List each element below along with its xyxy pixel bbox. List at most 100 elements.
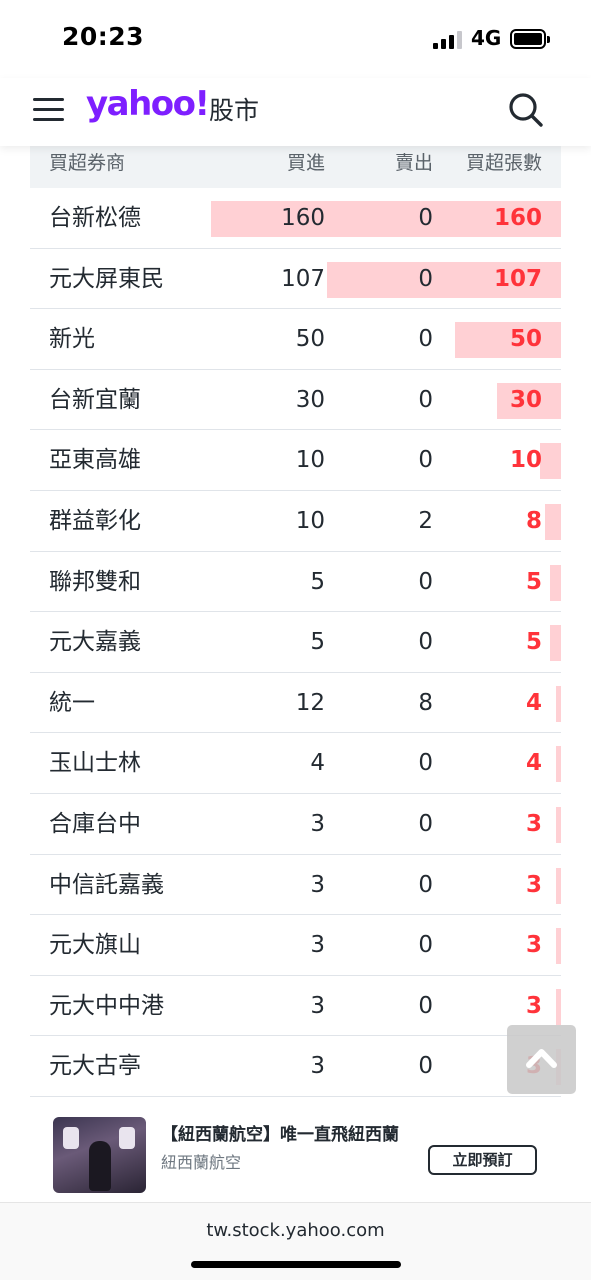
sell-value: 0 <box>418 810 433 837</box>
table-row[interactable]: 群益彰化 10 2 8 <box>30 491 561 552</box>
sell-value: 0 <box>418 326 433 353</box>
net-buy-value: 107 <box>493 265 542 292</box>
ad-image[interactable] <box>53 1117 146 1193</box>
table-row[interactable]: 聯邦雙和 5 0 5 <box>30 552 561 613</box>
buy-value: 107 <box>281 265 325 292</box>
ad-title[interactable]: 【紐西蘭航空】唯一直飛紐西蘭 <box>161 1120 399 1145</box>
buy-value: 3 <box>310 992 325 1019</box>
broker-name: 元大旗山 <box>49 932 141 959</box>
broker-name: 新光 <box>49 326 95 353</box>
sell-value: 2 <box>418 507 433 534</box>
sell-value: 0 <box>418 1053 433 1080</box>
chevron-up-icon <box>526 1049 557 1068</box>
net-buy-bar <box>556 988 561 1025</box>
net-buy-bar <box>556 685 561 722</box>
net-buy-value: 30 <box>509 386 542 413</box>
sell-value: 0 <box>418 932 433 959</box>
broker-name: 台新松德 <box>49 205 141 231</box>
net-buy-bar <box>556 746 561 783</box>
table-header: 買超券商 買進 賣出 買超張數 <box>30 146 561 188</box>
broker-name: 統一 <box>49 689 95 716</box>
table-row[interactable]: 元大嘉義 5 0 5 <box>30 612 561 673</box>
net-buy-value: 50 <box>509 326 542 353</box>
ad-banner[interactable]: 【紐西蘭航空】唯一直飛紐西蘭 紐西蘭航空 立即預訂 <box>30 1110 561 1200</box>
sell-value: 0 <box>418 205 433 231</box>
battery-icon <box>510 29 550 49</box>
net-buy-bar <box>550 564 561 601</box>
table-row[interactable]: 中信託嘉義 3 0 3 <box>30 855 561 916</box>
broker-name: 元大古亭 <box>49 1053 141 1080</box>
buy-value: 4 <box>310 750 325 777</box>
buy-value: 50 <box>295 326 325 353</box>
broker-name: 元大嘉義 <box>49 629 141 656</box>
buy-value: 3 <box>310 871 325 898</box>
sell-value: 0 <box>418 871 433 898</box>
broker-name: 群益彰化 <box>49 507 141 534</box>
table-row[interactable]: 元大中中港 3 0 3 <box>30 976 561 1037</box>
table-row[interactable]: 元大屏東民 107 0 107 <box>30 249 561 310</box>
net-buy-value: 160 <box>493 205 542 231</box>
net-buy-value: 8 <box>525 507 542 534</box>
table-row[interactable]: 合庫台中 3 0 3 <box>30 794 561 855</box>
net-buy-bar <box>556 928 561 965</box>
net-buy-value: 5 <box>525 568 542 595</box>
buy-value: 160 <box>281 205 325 231</box>
net-buy-value: 4 <box>525 689 542 716</box>
net-buy-bar <box>556 806 561 843</box>
buy-value: 10 <box>295 507 325 534</box>
broker-name: 中信託嘉義 <box>49 871 164 898</box>
buy-value: 12 <box>295 689 325 716</box>
ad-cta-button[interactable]: 立即預訂 <box>428 1145 537 1175</box>
broker-name: 亞東高雄 <box>49 447 141 474</box>
net-buy-value: 3 <box>525 810 542 837</box>
table-row[interactable]: 統一 12 8 4 <box>30 673 561 734</box>
broker-name: 台新宜蘭 <box>49 386 141 413</box>
sell-value: 0 <box>418 447 433 474</box>
net-buy-value: 3 <box>525 871 542 898</box>
yahoo-logo[interactable]: yahoo! <box>86 84 210 124</box>
buy-value: 3 <box>310 932 325 959</box>
sell-value: 0 <box>418 265 433 292</box>
back-to-top-button[interactable] <box>507 1025 576 1094</box>
search-icon[interactable] <box>507 90 545 130</box>
buy-value: 5 <box>310 629 325 656</box>
table-row[interactable]: 元大旗山 3 0 3 <box>30 915 561 976</box>
network-label: 4G <box>471 26 502 50</box>
broker-name: 合庫台中 <box>49 810 141 837</box>
url-text[interactable]: tw.stock.yahoo.com <box>0 1220 591 1241</box>
net-buy-value: 5 <box>525 629 542 656</box>
signal-icon <box>433 31 463 49</box>
buy-value: 10 <box>295 447 325 474</box>
broker-name: 玉山士林 <box>49 750 141 777</box>
buy-value: 3 <box>310 1053 325 1080</box>
header-net: 買超張數 <box>465 152 542 174</box>
sell-value: 0 <box>418 750 433 777</box>
net-buy-bar <box>556 867 561 904</box>
buy-value: 5 <box>310 568 325 595</box>
status-bar: 20:23 4G <box>0 0 591 78</box>
sell-value: 0 <box>418 992 433 1019</box>
table-row[interactable]: 元大古亭303 <box>30 1036 561 1097</box>
buy-value: 30 <box>295 386 325 413</box>
status-time: 20:23 <box>62 22 145 51</box>
net-buy-bar <box>455 322 561 359</box>
table-row[interactable]: 新光 50 0 50 <box>30 309 561 370</box>
broker-table: 買超券商 買進 賣出 買超張數 台新松德 160 0 160 元大屏東民 107 0 107 新… <box>30 146 561 1097</box>
net-buy-value: 3 <box>525 932 542 959</box>
home-indicator <box>191 1261 401 1268</box>
net-buy-bar <box>540 443 561 480</box>
section-title[interactable]: 股市 <box>209 91 259 127</box>
net-buy-bar <box>550 625 561 662</box>
table-row[interactable]: 亞東高雄 10 0 10 <box>30 430 561 491</box>
sell-value: 0 <box>418 386 433 413</box>
net-buy-value: 4 <box>525 750 542 777</box>
net-buy-value: 10 <box>509 447 542 474</box>
hamburger-icon[interactable] <box>33 96 64 122</box>
sell-value: 0 <box>418 629 433 656</box>
table-row[interactable]: 台新松德 160 0 160 <box>30 188 561 249</box>
sell-value: 8 <box>418 689 433 716</box>
header-buy: 買進 <box>286 152 325 174</box>
header-sell: 賣出 <box>394 152 433 174</box>
table-row[interactable]: 玉山士林 4 0 4 <box>30 733 561 794</box>
table-row[interactable]: 台新宜蘭 30 0 30 <box>30 370 561 431</box>
